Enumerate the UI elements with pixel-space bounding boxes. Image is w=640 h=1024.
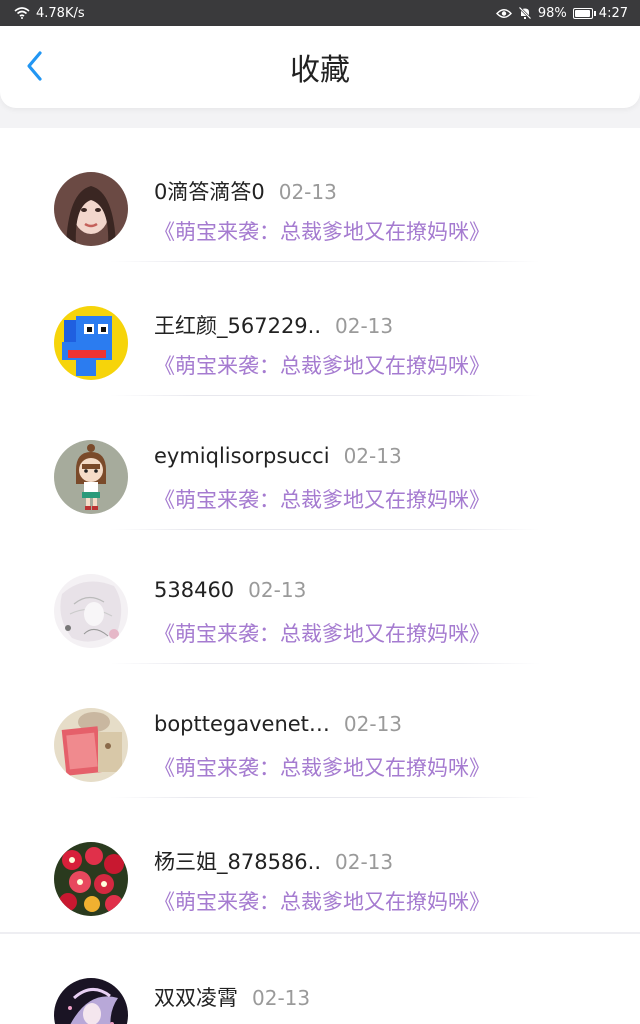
date: 02-13 bbox=[248, 578, 307, 602]
status-left: 4.78K/s bbox=[14, 6, 85, 21]
avatar[interactable] bbox=[54, 978, 128, 1024]
book-link[interactable]: 《萌宝来袭：总裁爹地又在撩妈咪》 bbox=[154, 886, 490, 916]
battery-icon bbox=[572, 7, 596, 19]
eye-icon bbox=[495, 8, 512, 19]
user-name-text: eymiqlisorpsucci bbox=[154, 444, 330, 468]
list-item[interactable]: 杨三姐_878586.. 02-13 《萌宝来袭：总裁爹地又在撩妈咪》 bbox=[0, 798, 640, 932]
user-name: bopttegavenet… 02-13 bbox=[154, 712, 402, 736]
avatar[interactable] bbox=[54, 306, 128, 380]
page-title: 收藏 bbox=[290, 53, 350, 88]
book-link[interactable]: 《萌宝来袭：总裁爹地又在撩妈咪》 bbox=[154, 484, 490, 514]
avatar[interactable] bbox=[54, 842, 128, 916]
favorites-list: 0滴答滴答0 02-13 《萌宝来袭：总裁爹地又在撩妈咪》 王红颜_567229.… bbox=[0, 128, 640, 1024]
user-name: 王红颜_567229.. 02-13 bbox=[154, 310, 393, 340]
clock: 4:27 bbox=[598, 5, 628, 21]
user-name-text: 0滴答滴答0 bbox=[154, 180, 265, 204]
user-name-text: 杨三姐_878586.. bbox=[154, 850, 322, 874]
user-name: eymiqlisorpsucci 02-13 bbox=[154, 444, 402, 468]
list-item[interactable]: 0滴答滴答0 02-13 《萌宝来袭：总裁爹地又在撩妈咪》 bbox=[0, 128, 640, 262]
avatar[interactable] bbox=[54, 574, 128, 648]
battery-level bbox=[574, 9, 591, 17]
user-name: 0滴答滴答0 02-13 bbox=[154, 176, 337, 206]
avatar[interactable] bbox=[54, 440, 128, 514]
list-item[interactable]: 538460 02-13 《萌宝来袭：总裁爹地又在撩妈咪》 bbox=[0, 530, 640, 664]
user-name: 538460 02-13 bbox=[154, 578, 306, 602]
date: 02-13 bbox=[343, 712, 403, 736]
status-right: 98% 4:27 bbox=[495, 5, 628, 21]
wifi-icon bbox=[14, 7, 30, 19]
battery-percent: 98% bbox=[537, 5, 567, 21]
list-item[interactable]: 双双凌霄 02-13 bbox=[0, 934, 640, 1024]
avatar[interactable] bbox=[54, 172, 128, 246]
book-link[interactable]: 《萌宝来袭：总裁爹地又在撩妈咪》 bbox=[154, 350, 490, 380]
book-link[interactable]: 《萌宝来袭：总裁爹地又在撩妈咪》 bbox=[154, 618, 490, 648]
avatar[interactable] bbox=[54, 708, 128, 782]
date: 02-13 bbox=[252, 986, 311, 1010]
book-link[interactable]: 《萌宝来袭：总裁爹地又在撩妈咪》 bbox=[154, 216, 490, 246]
date: 02-13 bbox=[335, 314, 394, 338]
mute-bell-icon bbox=[518, 6, 532, 20]
status-bar: 4.78K/s 98% 4:27 bbox=[0, 0, 640, 26]
user-name-text: bopttegavenet… bbox=[154, 712, 330, 736]
list-item[interactable]: eymiqlisorpsucci 02-13 《萌宝来袭：总裁爹地又在撩妈咪》 bbox=[0, 396, 640, 530]
user-name-text: 王红颜_567229.. bbox=[154, 314, 322, 338]
list-item[interactable]: 王红颜_567229.. 02-13 《萌宝来袭：总裁爹地又在撩妈咪》 bbox=[0, 262, 640, 396]
list-item[interactable]: bopttegavenet… 02-13 《萌宝来袭：总裁爹地又在撩妈咪》 bbox=[0, 664, 640, 798]
user-name: 双双凌霄 02-13 bbox=[154, 982, 310, 1012]
book-link[interactable]: 《萌宝来袭：总裁爹地又在撩妈咪》 bbox=[154, 752, 490, 782]
user-name: 杨三姐_878586.. 02-13 bbox=[154, 846, 393, 876]
user-name-text: 538460 bbox=[154, 578, 235, 602]
date: 02-13 bbox=[278, 180, 337, 204]
app-header: 收藏 bbox=[0, 26, 640, 108]
user-name-text: 双双凌霄 bbox=[154, 986, 238, 1010]
date: 02-13 bbox=[335, 850, 394, 874]
date: 02-13 bbox=[343, 444, 402, 468]
network-speed: 4.78K/s bbox=[36, 5, 85, 21]
